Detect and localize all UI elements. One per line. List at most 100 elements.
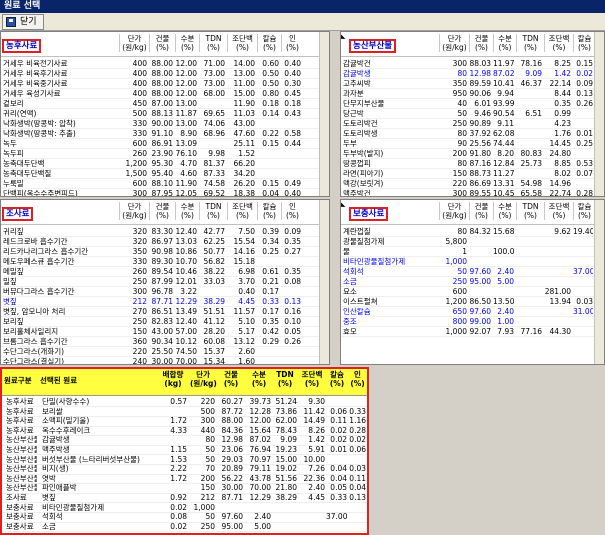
ingredient-value: 70.00 (175, 357, 197, 365)
column-header[interactable]: 건물 (%) (149, 202, 175, 220)
ingredient-value: 65.58 (520, 189, 542, 197)
column-header[interactable]: 칼슘 (%) (573, 34, 595, 52)
result-column-header[interactable]: 건물 (%) (218, 370, 244, 388)
ingredient-value: 5.00 (254, 521, 271, 531)
ingredient-value: 87.95 (151, 189, 173, 197)
ingredient-value: 77.16 (520, 327, 542, 336)
column-header[interactable]: 수분 (%) (493, 202, 516, 220)
result-column-header[interactable]: 수분 (%) (246, 370, 272, 388)
column-header[interactable]: 칼슘 (%) (257, 34, 281, 52)
column-header[interactable]: 인 (%) (281, 34, 303, 52)
vertical-scrollbar[interactable] (594, 32, 604, 196)
ingredient-value: 89.55 (469, 189, 491, 197)
ingredient-panel-p3: 조사료 단가 (원/kg) 건물 (%) 수분 (%) TDN (%) 조단백 (%) 칼슘… (0, 199, 330, 365)
column-header[interactable]: 조단백 (%) (227, 34, 257, 52)
ingredient-value: 7.93 (497, 327, 514, 336)
ingredient-row[interactable]: 수단그라스(결실기) 240 30.00 70.00 15.34 1.60 (1, 356, 319, 365)
window-title-bar: 원료 선택 (0, 0, 605, 13)
column-header[interactable]: 건물 (%) (469, 202, 493, 220)
panel-category-label: 농후사료 (2, 39, 42, 53)
empty-area (371, 367, 605, 535)
ingredient-value: 10.45 (493, 189, 514, 197)
ingredient-value: 69.52 (203, 189, 225, 197)
column-header[interactable]: 단가 (원/kg) (119, 34, 149, 52)
column-header[interactable]: 건물 (%) (469, 34, 493, 52)
selected-ingredient-row[interactable]: 보충사료 소금 0.02 250 95.00 5.00 (2, 521, 367, 533)
ingredient-panel-p4: ◣ 보충사료 단가 (원/kg) 건물 (%) 수분 (%) TDN (%) 조단백 (%)… (340, 199, 605, 365)
ingredient-value: 15.34 (203, 357, 225, 365)
close-button-label: 닫기 (20, 17, 37, 27)
ingredient-value: 0.04 (262, 189, 279, 197)
result-column-header[interactable]: 조단백 (%) (298, 370, 326, 388)
ingredient-panel-p1: 농후사료 단가 (원/kg) 건물 (%) 수분 (%) TDN (%) 조단백 (%) 칼… (0, 31, 330, 197)
ingredient-value: 18.38 (233, 189, 255, 197)
ingredient-value: 22.74 (549, 189, 571, 197)
result-header: 원료구분 선택된 원료 배합량 (kg) 단가 (원/kg) 건물 (%) 수분 (%) T… (2, 369, 367, 396)
result-column-header[interactable]: 배합량 (kg) (158, 370, 188, 388)
ingredient-category: 보충사료 (6, 521, 34, 531)
ingredient-value: 92.07 (469, 327, 491, 336)
column-header[interactable]: 수분 (%) (175, 202, 199, 220)
ingredient-value: 300 (132, 189, 147, 197)
ingredient-value[interactable]: 0.02 (158, 522, 187, 532)
column-header[interactable]: 조단백 (%) (544, 34, 573, 52)
ingredient-value: 0.40 (284, 189, 301, 197)
ingredient-value: 1,000 (445, 327, 467, 336)
column-header[interactable]: TDN (%) (199, 34, 227, 52)
panel-header: ◣ 농산부산물 단가 (원/kg) 건물 (%) 수분 (%) TDN (%) 조단백 (%… (341, 32, 604, 57)
save-disk-icon (6, 17, 16, 27)
panel-category-label: 보충사료 (349, 207, 389, 221)
close-button[interactable]: 닫기 (2, 14, 44, 30)
panel-header: 조사료 단가 (원/kg) 건물 (%) 수분 (%) TDN (%) 조단백 (%) 칼슘… (1, 200, 329, 225)
result-column-header[interactable]: TDN (%) (272, 370, 298, 388)
ingredient-value: 250 (200, 521, 215, 531)
column-header[interactable]: 단가 (원/kg) (439, 202, 469, 220)
column-header[interactable]: 단가 (원/kg) (439, 34, 469, 52)
window-title: 원료 선택 (4, 1, 41, 11)
column-header[interactable]: TDN (%) (516, 202, 544, 220)
result-column-header[interactable]: 단가 (원/kg) (190, 370, 217, 388)
ingredient-name: 효모 (343, 327, 357, 336)
column-header[interactable]: 칼슘 (%) (573, 202, 595, 220)
result-column-header[interactable]: 칼슘 (%) (326, 370, 348, 388)
vertical-scrollbar[interactable] (319, 32, 329, 196)
result-column-header[interactable]: 원료구분 (4, 376, 38, 386)
panel-header: ◣ 보충사료 단가 (원/kg) 건물 (%) 수분 (%) TDN (%) 조단백 (%)… (341, 200, 604, 225)
collapse-toggle-icon[interactable]: ◣ (341, 200, 349, 209)
ingredient-value: 95.00 (221, 521, 243, 531)
ingredient-name: 소금 (42, 521, 56, 531)
column-header[interactable]: 건물 (%) (149, 34, 175, 52)
ingredient-value: 300 (452, 189, 467, 197)
panel-header: 농후사료 단가 (원/kg) 건물 (%) 수분 (%) TDN (%) 조단백 (%) 칼… (1, 32, 329, 57)
vertical-scrollbar[interactable] (319, 200, 329, 364)
column-header[interactable]: 조단백 (%) (544, 202, 573, 220)
ingredient-row[interactable]: 맥주박건30089.5510.4565.5822.740.280. (341, 188, 603, 197)
vertical-scrollbar[interactable] (594, 200, 604, 364)
ingredient-row[interactable]: 단백피(옥수수주변피드) 300 87.95 12.05 69.52 18.38 0.04 0… (1, 188, 319, 197)
ingredient-value: 0.28 (576, 189, 593, 197)
column-header[interactable]: 수분 (%) (175, 34, 199, 52)
ingredient-name: 맥주박건 (343, 189, 371, 197)
result-column-header[interactable]: 선택된 원료 (40, 376, 158, 386)
column-header[interactable]: 단가 (원/kg) (119, 202, 149, 220)
collapse-toggle-icon[interactable]: ◣ (341, 32, 349, 41)
ingredient-value: 12.05 (175, 189, 197, 197)
column-header[interactable]: 칼슘 (%) (257, 202, 281, 220)
selected-ingredients-table: 원료구분 선택된 원료 배합량 (kg) 단가 (원/kg) 건물 (%) 수분 (%) T… (0, 367, 369, 535)
panel-category-label: 농산부산물 (349, 39, 397, 53)
column-header[interactable]: TDN (%) (199, 202, 227, 220)
ingredient-name: 단백피(옥수수주변피드) (3, 189, 78, 197)
column-header[interactable]: 조단백 (%) (227, 202, 257, 220)
ingredient-row[interactable]: 효모 1,000 92.07 7.93 77.16 44.30 (341, 326, 594, 337)
ingredient-value: 1.60 (238, 357, 255, 365)
toolbar: 닫기 (0, 13, 605, 31)
ingredient-value: 240 (132, 357, 147, 365)
column-header[interactable]: 인 (%) (281, 202, 303, 220)
column-header[interactable]: 수분 (%) (493, 34, 516, 52)
ingredient-value: 30.00 (151, 357, 173, 365)
result-column-header[interactable]: 인 (%) (348, 370, 367, 388)
panel-category-label: 조사료 (2, 207, 34, 221)
ingredient-name: 수단그라스(결실기) (3, 357, 65, 365)
ingredient-value: 44.30 (549, 327, 571, 336)
column-header[interactable]: TDN (%) (516, 34, 544, 52)
